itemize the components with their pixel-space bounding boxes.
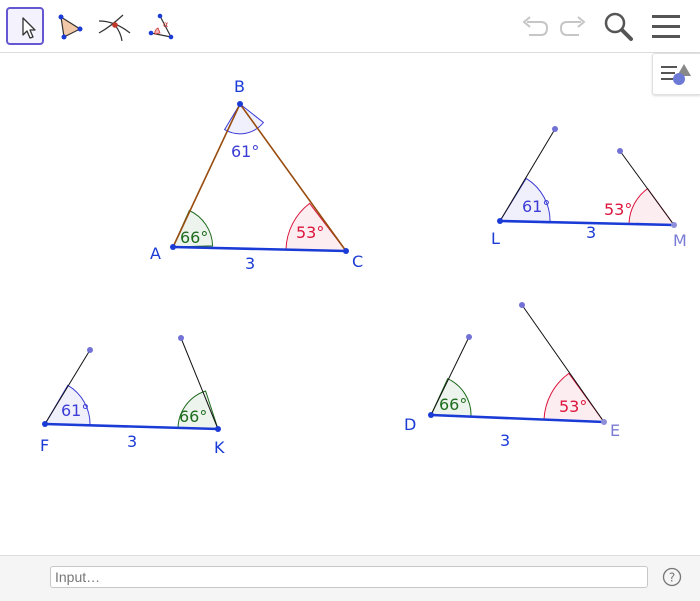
move-tool-button[interactable] xyxy=(6,7,44,45)
angle-icon: α xyxy=(148,13,174,40)
ray-k-end[interactable] xyxy=(178,335,184,341)
svg-text:α: α xyxy=(163,20,168,29)
redo-button[interactable] xyxy=(555,8,591,44)
cursor-arrow-icon xyxy=(22,17,36,39)
side-lm-length: 3 xyxy=(586,223,596,242)
search-icon xyxy=(604,12,633,41)
point-e[interactable] xyxy=(601,419,607,425)
point-b[interactable] xyxy=(237,101,243,107)
undo-button[interactable] xyxy=(517,8,553,44)
label-m: M xyxy=(673,231,687,250)
point-c[interactable] xyxy=(343,248,349,254)
label-a: A xyxy=(150,244,161,263)
undo-icon xyxy=(522,16,549,36)
label-c: C xyxy=(352,252,363,271)
toolbar: α xyxy=(0,0,700,53)
label-d: D xyxy=(404,415,416,434)
angle-k-value: 66° xyxy=(179,407,207,426)
label-f: F xyxy=(40,436,49,455)
ray-d-end[interactable] xyxy=(466,334,472,340)
intersect-tool-button[interactable] xyxy=(96,7,134,45)
point-a[interactable] xyxy=(170,244,176,250)
ray-l-end[interactable] xyxy=(552,126,558,132)
polygon-tool-button[interactable] xyxy=(51,7,89,45)
figure-lm[interactable]: L M 61° 53° 3 xyxy=(491,126,687,250)
angle-tool-button[interactable]: α xyxy=(141,7,179,45)
point-l[interactable] xyxy=(497,218,503,224)
svg-text:?: ? xyxy=(669,571,675,585)
redo-icon xyxy=(559,16,586,36)
side-fk-length: 3 xyxy=(127,432,137,451)
side-ac-length: 3 xyxy=(245,254,255,273)
input-bar: ? xyxy=(0,555,700,601)
geometry-canvas[interactable]: A B C 66° 61° 53° 3 L M 61° 53° 3 F K 61… xyxy=(0,53,700,555)
figure-fk[interactable]: F K 61° 66° 3 xyxy=(40,335,225,457)
label-l: L xyxy=(491,229,500,248)
point-d[interactable] xyxy=(428,412,434,418)
ray-m-end[interactable] xyxy=(617,148,623,154)
figure-de[interactable]: D E 66° 53° 3 xyxy=(404,302,620,450)
angle-d-value: 66° xyxy=(439,395,467,414)
point-m[interactable] xyxy=(671,222,677,228)
algebra-input-field[interactable] xyxy=(50,566,648,588)
point-f[interactable] xyxy=(42,421,48,427)
ray-e-end[interactable] xyxy=(519,302,525,308)
hamburger-menu-icon xyxy=(652,15,680,38)
angle-f-value: 61° xyxy=(61,401,89,420)
style-bar-toggle[interactable] xyxy=(652,53,700,95)
ray-f-end[interactable] xyxy=(87,347,93,353)
main-menu-button[interactable] xyxy=(648,8,684,44)
graphics-view[interactable]: A B C 66° 61° 53° 3 L M 61° 53° 3 F K 61… xyxy=(0,53,700,555)
angle-e-value: 53° xyxy=(559,397,587,416)
style-bar-icon xyxy=(661,64,691,85)
angle-m-value: 53° xyxy=(604,200,632,219)
help-icon[interactable]: ? xyxy=(662,567,682,587)
search-button[interactable] xyxy=(600,8,636,44)
polygon-icon xyxy=(58,14,83,40)
point-k[interactable] xyxy=(215,426,221,432)
triangle-abc[interactable]: A B C 66° 61° 53° 3 xyxy=(150,77,363,273)
side-de-length: 3 xyxy=(500,431,510,450)
angle-c-value: 53° xyxy=(296,223,324,242)
label-e: E xyxy=(610,421,620,440)
intersect-icon xyxy=(98,14,131,42)
label-k: K xyxy=(214,438,225,457)
angle-a-value: 66° xyxy=(180,228,208,247)
angle-l-value: 61° xyxy=(522,197,550,216)
angle-b-value: 61° xyxy=(231,142,259,161)
label-b: B xyxy=(234,77,245,96)
